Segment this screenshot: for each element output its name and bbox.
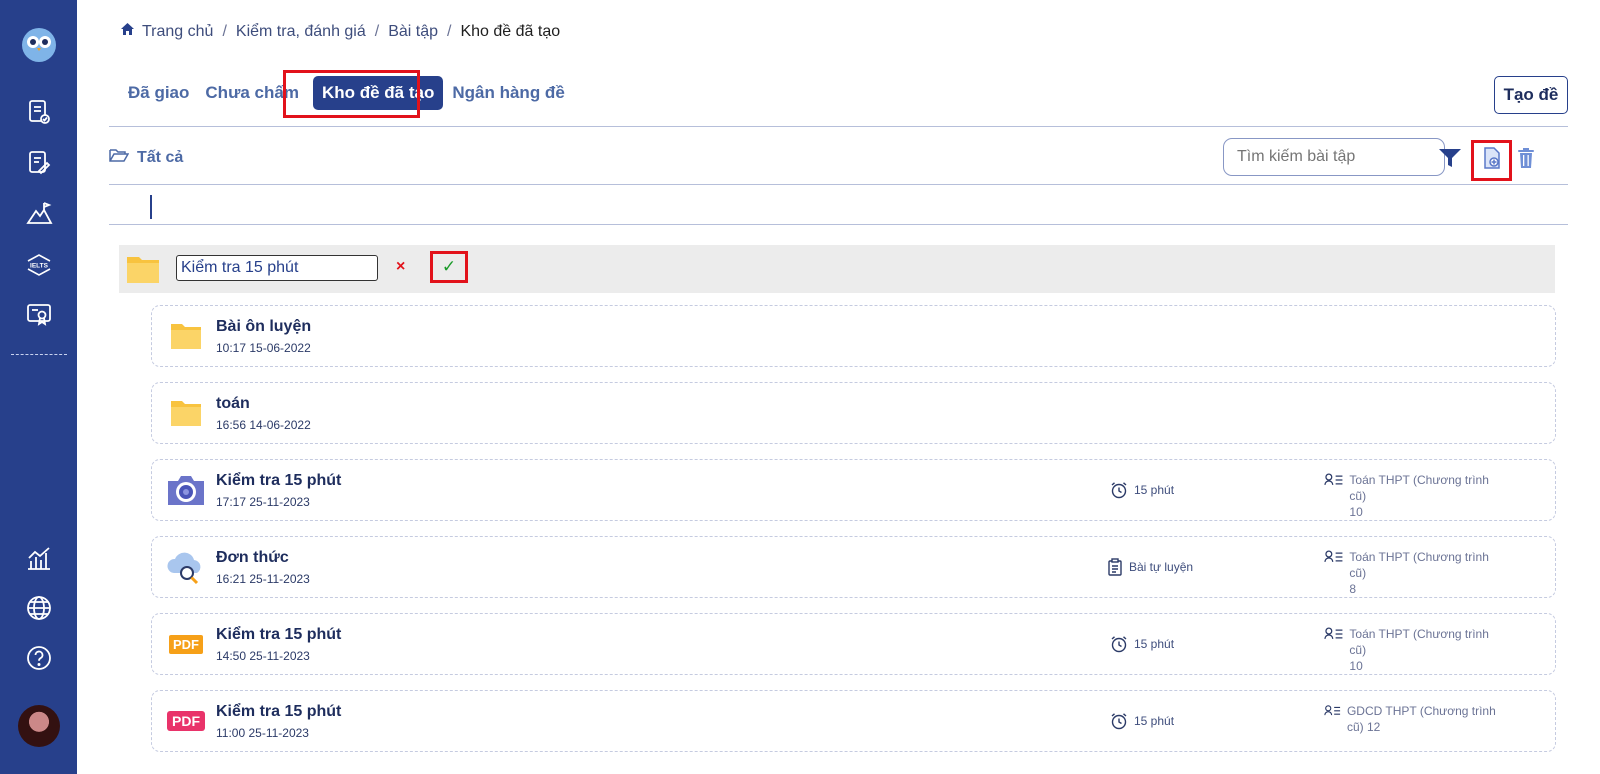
divider — [109, 126, 1568, 127]
item-duration-label: 15 phút — [1134, 714, 1175, 728]
list-item[interactable]: Đơn thức 16:21 25-11-2023 Bài tự luyện T… — [151, 536, 1556, 598]
class-list-icon — [1324, 473, 1343, 485]
item-date: 16:56 14-06-2022 — [216, 418, 311, 432]
item-subject-text: Toán THPT (Chương trình cũ) 10 — [1349, 473, 1489, 519]
camera-icon — [165, 472, 207, 508]
class-list-icon — [1324, 627, 1343, 639]
item-date: 10:17 15-06-2022 — [216, 341, 311, 355]
pdf-file-icon: PDF — [165, 703, 207, 739]
tab-question-bank[interactable]: Ngân hàng đề — [449, 76, 572, 110]
item-subject-text: Toán THPT (Chương trình cũ) 10 — [1349, 627, 1489, 673]
pdf-badge: PDF — [169, 634, 203, 654]
item-duration-label: 15 phút — [1134, 483, 1175, 497]
breadcrumb-current: Kho đề đã tạo — [460, 22, 561, 40]
list-item[interactable]: Bài ôn luyện 10:17 15-06-2022 — [151, 305, 1556, 367]
alarm-clock-icon — [1111, 713, 1127, 730]
item-title: Kiểm tra 15 phút — [216, 703, 342, 720]
item-date: 17:17 25-11-2023 — [216, 495, 310, 509]
mountain-goal-icon[interactable] — [0, 193, 77, 233]
item-date: 16:21 25-11-2023 — [216, 572, 310, 586]
cancel-rename-button[interactable]: × — [396, 258, 405, 276]
item-subject-text: GDCD THPT (Chương trình cũ) 12 — [1346, 704, 1496, 734]
folder-icon — [126, 254, 160, 289]
search-input[interactable] — [1223, 138, 1445, 176]
create-exam-button[interactable]: Tạo đề — [1494, 76, 1568, 114]
folder-icon — [165, 395, 207, 431]
ielts-icon[interactable]: IELTS — [0, 244, 77, 284]
list-item[interactable]: Kiểm tra 15 phút 17:17 25-11-2023 15 phú… — [151, 459, 1556, 521]
highlight-box-active-tab — [283, 70, 420, 118]
globe-icon[interactable] — [0, 588, 77, 628]
highlight-box-add-file — [1471, 140, 1512, 181]
folder-icon — [165, 318, 207, 354]
class-list-icon — [1324, 705, 1341, 716]
sidebar-divider — [11, 354, 67, 355]
pdf-file-icon: PDF — [165, 626, 207, 662]
svg-text:IELTS: IELTS — [30, 263, 49, 270]
item-duration: 15 phút — [1110, 635, 1174, 653]
item-type: Bài tự luyện — [1107, 558, 1193, 576]
clipboard-icon — [1108, 558, 1122, 576]
item-subject: GDCD THPT (Chương trình cũ) 12 — [1324, 703, 1504, 735]
home-icon[interactable] — [120, 22, 135, 41]
alarm-clock-icon — [1111, 482, 1127, 499]
cloud-search-icon — [165, 549, 207, 585]
statistics-chart-icon[interactable] — [0, 538, 77, 578]
item-duration: 15 phút — [1110, 481, 1174, 499]
owl-logo-icon[interactable] — [22, 28, 56, 62]
confirm-rename-button[interactable]: ✓ — [430, 251, 468, 283]
list-item[interactable]: toán 16:56 14-06-2022 — [151, 382, 1556, 444]
breadcrumb-homework[interactable]: Bài tập — [388, 23, 438, 41]
exam-check-icon[interactable] — [0, 92, 77, 132]
folder-name-input[interactable] — [176, 255, 378, 281]
help-icon[interactable] — [0, 638, 77, 678]
item-subject: Toán THPT (Chương trình cũ) 10 — [1324, 626, 1504, 674]
breadcrumb-home[interactable]: Trang chủ — [142, 23, 213, 41]
tab-assigned[interactable]: Đã giao — [120, 76, 197, 110]
main-content: Trang chủ / Kiểm tra, đánh giá / Bài tập… — [77, 0, 1600, 774]
list-item[interactable]: PDF Kiểm tra 15 phút 11:00 25-11-2023 15… — [151, 690, 1556, 752]
item-date: 14:50 25-11-2023 — [216, 649, 310, 663]
sidebar: IELTS — [0, 0, 77, 774]
item-subject: Toán THPT (Chương trình cũ) 10 — [1324, 472, 1504, 520]
open-folder-icon — [109, 147, 130, 168]
item-type-label: Bài tự luyện — [1129, 560, 1194, 574]
trash-icon[interactable] — [1514, 146, 1538, 170]
folder-filter-label: Tất cả — [137, 148, 184, 166]
folder-filter[interactable]: Tất cả — [109, 147, 183, 168]
breadcrumb-separator: / — [374, 22, 380, 40]
item-subject-text: Toán THPT (Chương trình cũ) 8 — [1349, 550, 1489, 596]
text-cursor — [150, 195, 152, 219]
item-date: 11:00 25-11-2023 — [216, 726, 309, 740]
alarm-clock-icon — [1111, 636, 1127, 653]
new-folder-row: × ✓ — [119, 245, 1555, 293]
item-subject: Toán THPT (Chương trình cũ) 8 — [1324, 549, 1504, 597]
breadcrumb-separator: / — [222, 22, 227, 40]
class-list-icon — [1324, 550, 1343, 562]
assignment-edit-icon[interactable] — [0, 143, 77, 183]
item-duration-label: 15 phút — [1134, 637, 1175, 651]
breadcrumb: Trang chủ / Kiểm tra, đánh giá / Bài tập… — [120, 22, 560, 41]
pdf-badge: PDF — [167, 711, 205, 731]
list-item[interactable]: PDF Kiểm tra 15 phút 14:50 25-11-2023 15… — [151, 613, 1556, 675]
item-title: toán — [216, 395, 250, 412]
divider — [109, 224, 1568, 225]
item-title: Đơn thức — [216, 549, 289, 566]
item-duration: 15 phút — [1110, 712, 1174, 730]
filter-icon[interactable] — [1438, 146, 1462, 170]
breadcrumb-separator: / — [447, 22, 452, 40]
item-title: Kiểm tra 15 phút — [216, 472, 342, 489]
divider — [109, 184, 1568, 185]
user-avatar[interactable] — [18, 705, 60, 747]
item-title: Bài ôn luyện — [216, 318, 312, 335]
certificate-icon[interactable] — [0, 294, 77, 334]
breadcrumb-assessment[interactable]: Kiểm tra, đánh giá — [236, 23, 366, 41]
item-title: Kiểm tra 15 phút — [216, 626, 342, 643]
